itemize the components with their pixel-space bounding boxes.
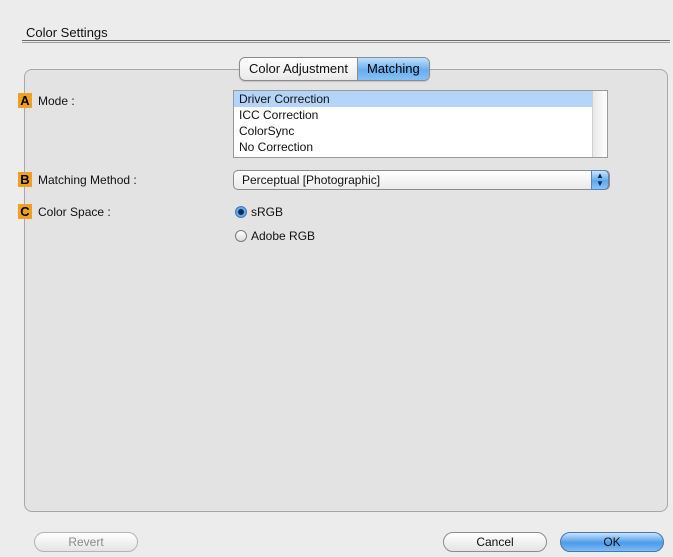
radio-srgb-label: sRGB [251,205,284,219]
color-space-field-label: C Color Space : [18,204,111,219]
tab-bar: Color Adjustment Matching [239,57,430,81]
badge-c: C [18,204,32,219]
color-space-label: Color Space : [38,204,111,219]
ok-button[interactable]: OK [560,532,664,552]
radio-adobe-rgb-label: Adobe RGB [251,229,316,243]
mode-listbox[interactable]: Driver Correction ICC Correction ColorSy… [233,90,608,158]
radio-checked-icon[interactable] [235,206,247,218]
title-divider-shadow [22,42,670,43]
radio-adobe-rgb[interactable]: Adobe RGB [235,229,315,243]
tab-matching[interactable]: Matching [357,58,429,80]
popup-arrows-icon: ▲ ▼ [591,170,609,190]
mode-list-scrollbar[interactable] [592,91,607,157]
radio-srgb[interactable]: sRGB [235,205,283,219]
revert-button[interactable]: Revert [34,532,138,552]
matching-method-select[interactable]: Perceptual [Photographic] ▲ ▼ [233,170,610,190]
section-title: Color Settings [26,25,108,40]
mode-option-icc-correction[interactable]: ICC Correction [234,107,593,123]
cancel-button[interactable]: Cancel [443,532,547,552]
mode-field-label: A Mode : [18,93,75,108]
matching-method-field-label: B Matching Method : [18,172,137,187]
matching-method-label: Matching Method : [38,172,137,187]
mode-option-colorsync[interactable]: ColorSync [234,123,593,139]
badge-b: B [18,172,32,187]
tab-color-adjustment[interactable]: Color Adjustment [240,58,357,80]
title-divider [22,40,670,41]
mode-label: Mode : [38,93,75,108]
radio-unchecked-icon[interactable] [235,230,247,242]
matching-method-value: Perceptual [Photographic] [242,173,381,187]
badge-a: A [18,93,32,108]
mode-option-driver-correction[interactable]: Driver Correction [234,91,593,107]
mode-option-no-correction[interactable]: No Correction [234,139,593,155]
